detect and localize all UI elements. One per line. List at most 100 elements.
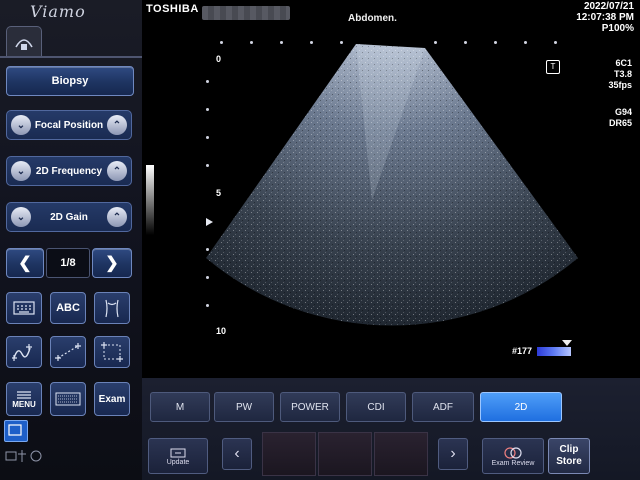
t-value: T3.8 [613, 69, 632, 79]
status-header: TOSHIBA Abdomen. 2022/07/21 12:07:38 PM … [0, 0, 640, 34]
clip-thumbnail[interactable] [262, 432, 316, 476]
mode-2d-button[interactable]: 2D [480, 392, 562, 422]
frame-counter: #177 [512, 346, 533, 356]
clip-next-button[interactable]: › [438, 438, 468, 470]
cine-progress-bar[interactable] [537, 347, 571, 356]
body-mark-icon [105, 299, 119, 318]
chevron-up-icon[interactable]: ⌃ [107, 207, 127, 227]
body-mark-button[interactable] [94, 292, 130, 324]
mode-power-button[interactable]: POWER [280, 392, 340, 422]
exam-review-icon [504, 446, 522, 459]
cine-position-marker-icon[interactable] [562, 340, 572, 346]
keyboard-icon [13, 301, 35, 315]
frequency-control[interactable]: ⌄ 2D Frequency ⌃ [6, 156, 132, 186]
status-tab-active[interactable] [4, 420, 28, 442]
biopsy-label: Biopsy [51, 75, 89, 87]
chevron-up-icon[interactable]: ⌃ [107, 161, 127, 181]
exam-review-button[interactable]: Exam Review [482, 438, 544, 474]
mode-2d-label: 2D [514, 401, 528, 413]
arrow-right-icon: › [450, 445, 456, 462]
scale-dot [464, 41, 467, 44]
patient-name-redacted [202, 6, 290, 20]
depth-dot [206, 80, 209, 83]
depth-label-0: 0 [216, 54, 222, 64]
biopsy-button[interactable]: Biopsy [6, 66, 134, 96]
mode-cdi-button[interactable]: CDI [346, 392, 406, 422]
trace-icon [12, 344, 32, 361]
arrow-left-icon: ‹ [234, 445, 240, 462]
menu-button[interactable]: MENU [6, 382, 42, 416]
status-icons [4, 446, 44, 470]
exam-review-label: Exam Review [491, 459, 535, 467]
chevron-down-icon[interactable]: ⌄ [11, 161, 31, 181]
power: P100% [601, 23, 634, 34]
keyboard-layout-button[interactable] [50, 382, 86, 416]
mode-adf-button[interactable]: ADF [412, 392, 474, 422]
depth-dot [206, 164, 209, 167]
depth-dot [206, 136, 209, 139]
keyboard-button[interactable] [6, 292, 42, 324]
distance-icon [55, 343, 81, 361]
page-indicator: 1/8 [46, 248, 90, 278]
fps-value: 35fps [608, 80, 632, 90]
focus-marker-icon[interactable] [206, 218, 213, 226]
depth-dot [206, 304, 209, 307]
date-time: 2022/07/21 12:07:38 PM P100% [576, 1, 634, 34]
mode-adf-label: ADF [433, 401, 453, 413]
clip-store-button[interactable]: Clip Store [548, 438, 590, 474]
gain-value: G94 [614, 107, 632, 117]
mode-m-label: M [175, 401, 185, 413]
screen-icon [8, 424, 22, 436]
mode-pw-button[interactable]: PW [214, 392, 274, 422]
probe-icon [15, 39, 33, 50]
mode-pw-label: PW [235, 401, 253, 413]
chevron-up-icon[interactable]: ⌃ [107, 115, 127, 135]
exam-button[interactable]: Exam [94, 382, 130, 416]
menu-icon [17, 390, 31, 399]
chevron-down-icon[interactable]: ⌄ [11, 115, 31, 135]
clip-thumbnail[interactable] [374, 432, 428, 476]
dr-value: DR65 [608, 118, 632, 128]
chevron-down-icon[interactable]: ⌄ [11, 207, 31, 227]
orientation-marker-icon: T [546, 60, 560, 74]
depth-dot [206, 248, 209, 251]
next-page-button[interactable]: ❯ [92, 248, 132, 278]
annotation-button[interactable]: ABC [50, 292, 86, 324]
clip-prev-button[interactable]: ‹ [222, 438, 252, 470]
trace-button[interactable] [6, 336, 42, 368]
frequency-label: 2D Frequency [35, 165, 103, 177]
image-area[interactable]: 0 5 10 T [142, 0, 640, 378]
gain-control[interactable]: ⌄ 2D Gain ⌃ [6, 202, 132, 232]
probe-tab[interactable] [6, 26, 42, 57]
update-button[interactable]: Update [148, 438, 208, 474]
date: 2022/07/21 [583, 1, 634, 12]
ellipse-button[interactable] [94, 336, 130, 368]
scale-dot [250, 41, 253, 44]
ellipse-icon [101, 342, 123, 362]
depth-dot [206, 276, 209, 279]
scale-dot [554, 41, 557, 44]
distance-button[interactable] [50, 336, 86, 368]
mode-cdi-label: CDI [367, 401, 385, 413]
arrow-right-icon: ❯ [105, 255, 119, 272]
keyboard-icon [55, 392, 81, 406]
tab-divider [0, 56, 142, 58]
grayscale-bar [146, 165, 154, 235]
exam-preset: Abdomen. [348, 13, 397, 24]
prev-page-button[interactable]: ❮ [6, 248, 44, 278]
mode-m-button[interactable]: M [150, 392, 210, 422]
update-icon [170, 448, 186, 457]
update-label: Update [166, 458, 190, 466]
mode-power-label: POWER [291, 401, 329, 413]
focal-position-control[interactable]: ⌄ Focal Position ⌃ [6, 110, 132, 140]
scale-dot [220, 41, 223, 44]
gain-label: 2D Gain [50, 211, 88, 223]
scale-dot [310, 41, 313, 44]
focal-position-label: Focal Position [34, 119, 104, 131]
arrow-left-icon: ❮ [18, 255, 32, 272]
scale-dot [524, 41, 527, 44]
probe-label: 6C1 [615, 58, 632, 68]
clip-thumbnail[interactable] [318, 432, 372, 476]
gain-params: G94 DR65 [609, 107, 632, 129]
time: 12:07:38 PM [576, 12, 634, 23]
